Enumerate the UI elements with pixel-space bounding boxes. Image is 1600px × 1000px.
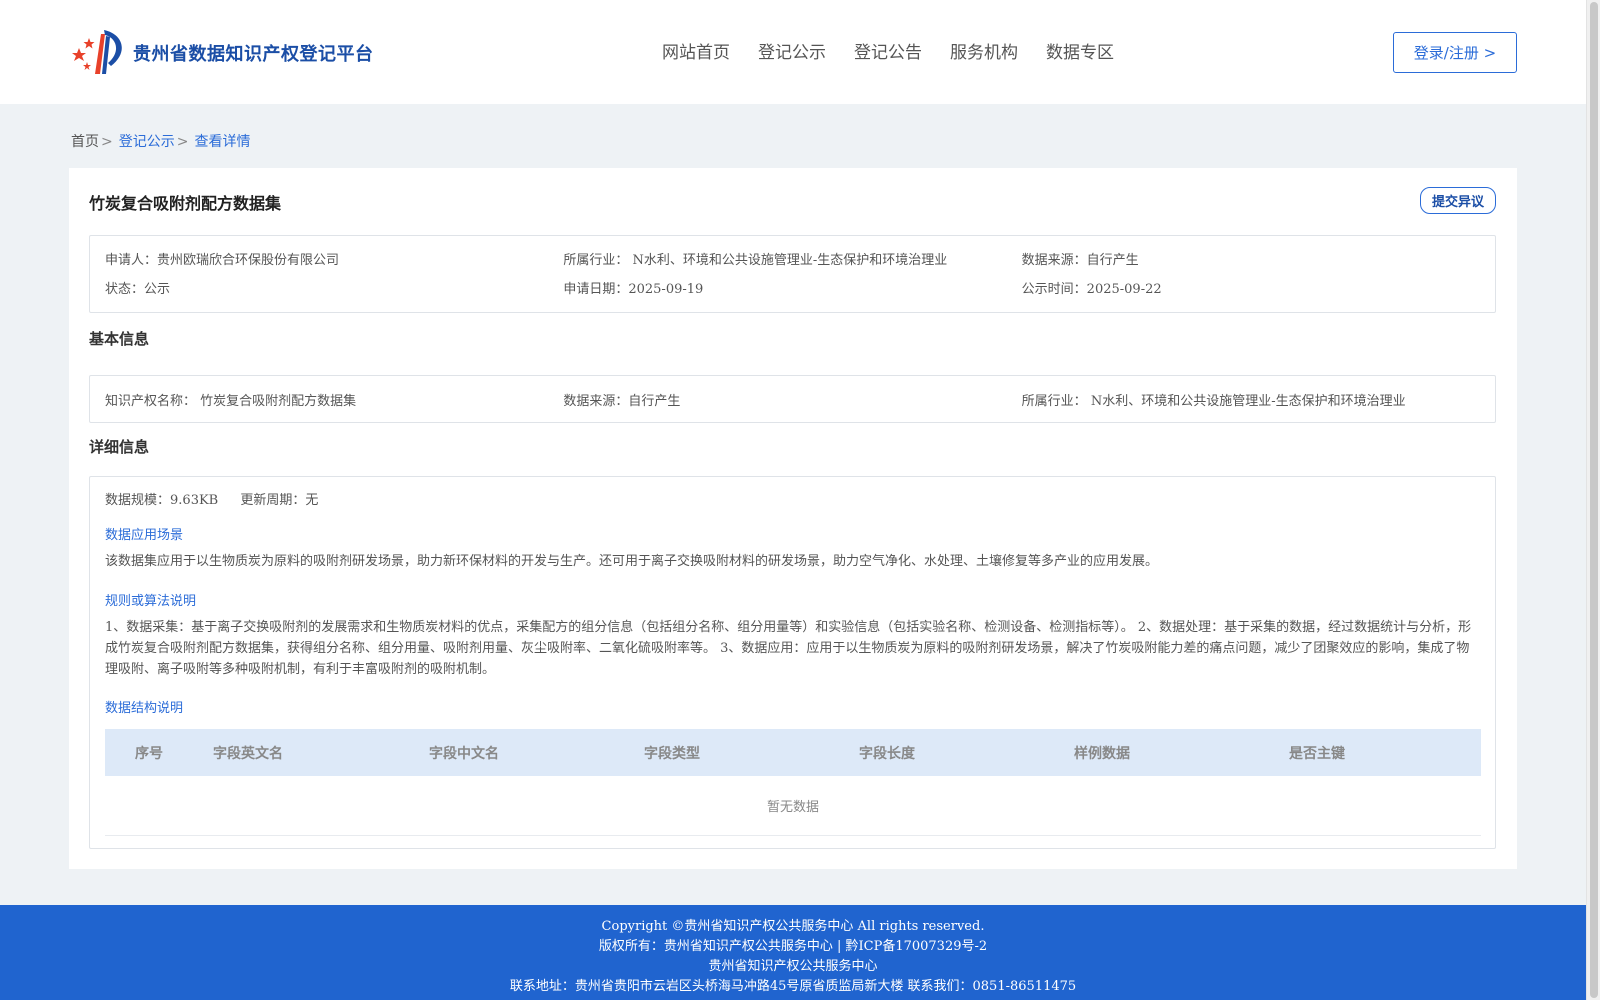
summary-box: 申请人：贵州欧瑞欣合环保股份有限公司 所属行业： N水利、环境和公共设施管理业-… [89, 235, 1496, 313]
column-header-en-name: 字段英文名 [213, 745, 283, 762]
page: 贵州省数据知识产权登记平台 网站首页 登记公示 登记公告 服务机构 数据专区 登… [0, 0, 1586, 1000]
basic-industry-value: N水利、环境和公共设施管理业-生态保护和环境治理业 [1090, 394, 1406, 409]
nav-service-agencies[interactable]: 服务机构 [950, 38, 1018, 63]
nav-registration-announcement[interactable]: 登记公告 [854, 38, 922, 63]
scale-label: 数据规模： [105, 493, 171, 508]
apply-date-value: 2025-09-19 [628, 282, 704, 297]
applicant-field: 申请人：贵州欧瑞欣合环保股份有限公司 [105, 249, 563, 268]
publish-date-value: 2025-09-22 [1086, 282, 1162, 297]
industry-value: N水利、环境和公共设施管理业-生态保护和环境治理业 [632, 253, 948, 268]
source-label: 数据来源： [1021, 253, 1087, 268]
column-header-primary-key: 是否主键 [1289, 745, 1345, 762]
breadcrumb-home[interactable]: 首页 [71, 134, 99, 150]
nav-registration-publicity[interactable]: 登记公示 [758, 38, 826, 63]
basic-source-value: 自行产生 [628, 394, 681, 409]
scenario-heading: 数据应用场景 [105, 528, 184, 543]
apply-date-label: 申请日期： [563, 282, 629, 297]
breadcrumb-current: 查看详情 [194, 134, 251, 150]
basic-source-field: 数据来源：自行产生 [563, 390, 1021, 409]
scale-cycle-line: 数据规模：9.63KB 更新周期：无 [105, 489, 318, 508]
ip-name-field: 知识产权名称： 竹炭复合吸附剂配方数据集 [105, 390, 563, 409]
column-header-length: 字段长度 [859, 745, 915, 762]
site-footer: Copyright ©贵州省知识产权公共服务中心 All rights rese… [0, 905, 1586, 1000]
table-header-row: 序号 字段英文名 字段中文名 字段类型 字段长度 样例数据 是否主键 [105, 729, 1481, 776]
cycle-value: 无 [305, 493, 319, 508]
ip-name-label: 知识产权名称： [105, 394, 197, 409]
cycle-label: 更新周期： [240, 493, 306, 508]
column-header-type: 字段类型 [644, 745, 700, 762]
industry-field: 所属行业： N水利、环境和公共设施管理业-生态保护和环境治理业 [563, 249, 1021, 268]
source-value: 自行产生 [1086, 253, 1139, 268]
column-header-index: 序号 [135, 745, 163, 762]
status-value: 公示 [144, 282, 171, 297]
footer-contact: 联系地址：贵州省贵阳市云岩区头桥海马冲路45号原省质监局新大楼 联系我们：085… [509, 979, 1077, 994]
detail-info-box: 数据规模：9.63KB 更新周期：无 数据应用场景 该数据集应用于以生物质炭为原… [89, 476, 1496, 849]
scenario-text: 该数据集应用于以生物质炭为原料的吸附剂研发场景，助力新环保材料的开发与生产。还可… [105, 554, 1159, 569]
summary-row: 申请人：贵州欧瑞欣合环保股份有限公司 所属行业： N水利、环境和公共设施管理业-… [105, 249, 1480, 268]
column-header-cn-name: 字段中文名 [429, 745, 499, 762]
basic-source-label: 数据来源： [563, 394, 629, 409]
applicant-value: 贵州欧瑞欣合环保股份有限公司 [157, 253, 340, 268]
basic-info-heading: 基本信息 [89, 330, 150, 348]
footer-org: 贵州省知识产权公共服务中心 [708, 959, 878, 974]
structure-heading: 数据结构说明 [105, 701, 184, 716]
breadcrumb-publicity[interactable]: 登记公示 [119, 134, 175, 150]
table-empty-state: 暂无数据 [105, 776, 1481, 836]
structure-table: 序号 字段英文名 字段中文名 字段类型 字段长度 样例数据 是否主键 暂无数据 [105, 729, 1481, 836]
publish-date-label: 公示时间： [1021, 282, 1087, 297]
summary-row: 状态：公示 申请日期：2025-09-19 公示时间：2025-09-22 [105, 278, 1480, 297]
footer-rights-icp: 版权所有：贵州省知识产权公共服务中心 | 黔ICP备17007329号-2 [598, 939, 988, 954]
breadcrumb-separator: > [101, 134, 113, 150]
login-register-button[interactable]: 登录/注册 > [1393, 32, 1517, 73]
scale-value: 9.63KB [170, 493, 219, 508]
nav-home[interactable]: 网站首页 [662, 38, 730, 63]
basic-industry-label: 所属行业： [1021, 394, 1087, 409]
nav-data-zone[interactable]: 数据专区 [1046, 38, 1114, 63]
logo-emblem-icon [71, 28, 129, 78]
basic-info-box: 知识产权名称： 竹炭复合吸附剂配方数据集 数据来源：自行产生 所属行业： N水利… [89, 375, 1496, 423]
breadcrumb: 首页 > 登记公示 > 查看详情 [71, 131, 250, 151]
scrollbar-thumb[interactable] [1590, 2, 1598, 998]
industry-label: 所属行业： [563, 253, 629, 268]
rules-text: 1、数据采集：基于离子交换吸附剂的发展需求和生物质炭材料的优点，采集配方的组分信… [105, 620, 1472, 677]
site-logo[interactable]: 贵州省数据知识产权登记平台 [71, 28, 374, 78]
breadcrumb-separator: > [176, 134, 189, 150]
vertical-scrollbar[interactable] [1586, 0, 1600, 1000]
publish-date-field: 公示时间：2025-09-22 [1022, 278, 1480, 297]
detail-card: 竹炭复合吸附剂配方数据集 提交异议 申请人：贵州欧瑞欣合环保股份有限公司 所属行… [69, 168, 1517, 869]
status-label: 状态： [105, 282, 145, 297]
site-title: 贵州省数据知识产权登记平台 [133, 44, 374, 65]
basic-industry-field: 所属行业： N水利、环境和公共设施管理业-生态保护和环境治理业 [1022, 390, 1480, 409]
column-header-sample: 样例数据 [1074, 745, 1130, 762]
rules-heading: 规则或算法说明 [105, 594, 197, 609]
applicant-label: 申请人： [105, 253, 158, 268]
submit-objection-button[interactable]: 提交异议 [1420, 187, 1496, 214]
record-title: 竹炭复合吸附剂配方数据集 [89, 194, 282, 213]
basic-info-row: 知识产权名称： 竹炭复合吸附剂配方数据集 数据来源：自行产生 所属行业： N水利… [105, 390, 1480, 409]
status-field: 状态：公示 [105, 278, 563, 297]
ip-name-value: 竹炭复合吸附剂配方数据集 [200, 394, 357, 409]
main-nav: 网站首页 登记公示 登记公告 服务机构 数据专区 [662, 38, 1114, 63]
apply-date-field: 申请日期：2025-09-19 [563, 278, 1021, 297]
detail-info-heading: 详细信息 [89, 438, 150, 456]
site-header: 贵州省数据知识产权登记平台 网站首页 登记公示 登记公告 服务机构 数据专区 登… [0, 0, 1586, 104]
footer-copyright: Copyright ©贵州省知识产权公共服务中心 All rights rese… [601, 919, 985, 934]
source-field: 数据来源：自行产生 [1022, 249, 1480, 268]
